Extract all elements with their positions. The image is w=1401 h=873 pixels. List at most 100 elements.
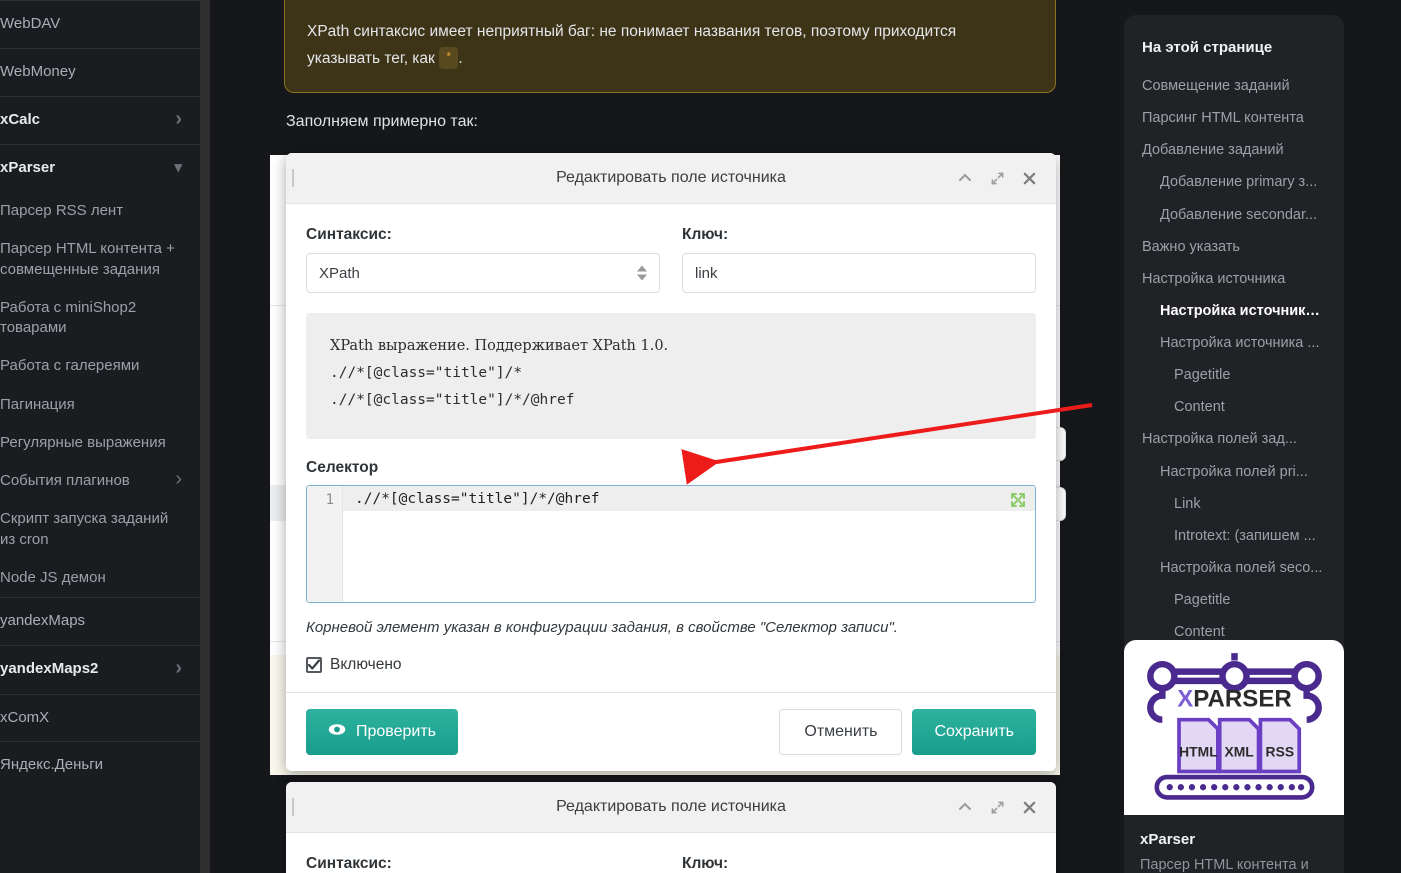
modal2-header[interactable]: Редактировать поле источника xyxy=(286,782,1056,833)
sidebar-item-11[interactable]: Скрипт запуска заданий из cron xyxy=(0,500,200,559)
toc-item-12[interactable]: Настройка полей pri... xyxy=(1142,456,1326,488)
sidebar-item-9[interactable]: Регулярные выражения xyxy=(0,424,200,462)
chevron-right-icon[interactable] xyxy=(175,660,182,680)
sidebar-item-14[interactable]: yandexMaps2 xyxy=(0,646,200,694)
xpath-hint-block: XPath выражение. Поддерживает XPath 1.0.… xyxy=(306,313,1036,440)
screen-root: WebDAV WebMoney xCalc xParser Парсер RSS лен… xyxy=(0,0,1401,873)
sidebar-item-8[interactable]: Пагинация xyxy=(0,386,200,424)
modal2-key-label: Ключ: xyxy=(682,855,729,872)
modal2-title: Редактировать поле источника xyxy=(556,798,786,815)
toc-item-1[interactable]: Парсинг HTML контента xyxy=(1142,102,1326,134)
syntax-select[interactable]: XPath xyxy=(306,253,660,293)
key-input[interactable]: link xyxy=(682,253,1036,293)
chevron-updown-icon xyxy=(637,265,647,281)
sidebar-item-7[interactable]: Работа с галереями xyxy=(0,347,200,385)
toc-item-10[interactable]: Content xyxy=(1142,391,1326,423)
callout-text-after: . xyxy=(458,49,463,67)
toc-item-6[interactable]: Настройка источника xyxy=(1142,263,1326,295)
sidebar-item-16[interactable]: Яндекс.Деньги xyxy=(0,742,200,789)
chevron-down-icon[interactable] xyxy=(174,159,182,178)
check-button-label: Проверить xyxy=(356,723,437,741)
hint-line-1: XPath выражение. Поддерживает XPath 1.0. xyxy=(330,338,669,354)
syntax-field: Синтаксис: XPath xyxy=(306,226,660,293)
modal-title: Редактировать поле источника xyxy=(556,169,786,186)
sidebar-item-label: Скрипт запуска заданий из cron xyxy=(0,510,169,548)
sidebar-item-label: yandexMaps xyxy=(0,612,86,629)
collapse-icon[interactable] xyxy=(956,169,974,187)
check-button[interactable]: Проверить xyxy=(306,709,459,756)
expand-icon[interactable] xyxy=(988,798,1006,816)
save-button[interactable]: Сохранить xyxy=(912,709,1036,756)
sidebar-item-0[interactable]: WebDAV xyxy=(0,1,200,48)
collapse-icon[interactable] xyxy=(956,798,974,816)
enabled-checkbox-row[interactable]: Включено xyxy=(306,656,1036,674)
sidebar-item-label: Парсер RSS лент xyxy=(0,202,124,219)
toc-item-16[interactable]: Pagetitle xyxy=(1142,584,1326,616)
toc-item-9[interactable]: Pagetitle xyxy=(1142,359,1326,391)
toc-item-4[interactable]: Добавление secondar... xyxy=(1142,199,1326,231)
modal2-body: Синтаксис: Ключ: xyxy=(286,833,1056,873)
syntax-label: Синтаксис: xyxy=(306,226,392,243)
promo-body: xParser Парсер HTML контента и xyxy=(1124,815,1344,873)
promo-title: xParser xyxy=(1140,831,1196,848)
toc-item-15[interactable]: Настройка полей seco... xyxy=(1142,552,1326,584)
chevron-right-icon[interactable] xyxy=(175,471,182,491)
sidebar-item-label: Яндекс.Деньги xyxy=(0,756,104,774)
selector-code-text: .//*[@class="title"]/*/@href xyxy=(355,491,600,508)
sidebar-item-5[interactable]: Парсер HTML контента + совмещенные задан… xyxy=(0,230,200,289)
close-icon[interactable] xyxy=(1020,798,1038,816)
sidebar-item-label: xParser xyxy=(0,159,56,177)
callout-body: XPath синтаксис имеет неприятный баг: не… xyxy=(307,19,1033,72)
selector-note: Корневой элемент указан в конфигурации з… xyxy=(306,619,898,637)
sidebar-item-15[interactable]: xComX xyxy=(0,695,200,742)
modal2-syntax-field: Синтаксис: xyxy=(306,855,660,873)
enabled-checkbox-label: Включено xyxy=(330,656,402,674)
sidebar-item-1[interactable]: WebMoney xyxy=(0,49,200,96)
sidebar-item-label: WebDAV xyxy=(0,15,61,32)
checkbox-checked-icon[interactable] xyxy=(306,657,322,674)
toc-item-8[interactable]: Настройка источника ... xyxy=(1142,327,1326,359)
modal-toolbar xyxy=(956,169,1038,187)
modal2-drag-grip[interactable] xyxy=(292,798,294,816)
modal-body: Синтаксис: XPath Ключ: link XPath выраже… xyxy=(286,204,1056,692)
close-icon[interactable] xyxy=(1020,169,1038,187)
sidebar-item-12[interactable]: Node JS демон xyxy=(0,559,200,597)
editor-fullscreen-icon[interactable] xyxy=(1009,491,1027,509)
main-content: но ) т а Внимание XPath синтаксис имеет … xyxy=(210,0,1120,873)
editor-line-number: 1 xyxy=(325,492,334,509)
right-sidebar: На этой странице Совмещение заданий Парси… xyxy=(1120,0,1401,873)
toc-item-2[interactable]: Добавление заданий xyxy=(1142,134,1326,166)
modal-header[interactable]: Редактировать поле источника xyxy=(286,153,1056,204)
sidebar-item-label: Парсер HTML контента + совмещенные задан… xyxy=(0,240,175,278)
expand-icon[interactable] xyxy=(988,169,1006,187)
chevron-right-icon[interactable] xyxy=(175,111,182,131)
sidebar-item-3[interactable]: xParser xyxy=(0,145,200,192)
toc-item-5[interactable]: Важно указать xyxy=(1142,231,1326,263)
xparser-logo: XPARSER HTML XML RSS xyxy=(1124,640,1344,815)
toc-item-0[interactable]: Совмещение заданий xyxy=(1142,70,1326,102)
sidebar-item-6[interactable]: Работа с miniShop2 товарами xyxy=(0,289,200,348)
sidebar-item-13[interactable]: yandexMaps xyxy=(0,598,200,645)
toc-item-13[interactable]: Link xyxy=(1142,488,1326,520)
cancel-button[interactable]: Отменить xyxy=(779,709,903,756)
sidebar-item-4[interactable]: Парсер RSS лент xyxy=(0,192,200,230)
modal2-key-field: Ключ: xyxy=(682,855,1036,873)
sidebar-item-label: Работа с miniShop2 товарами xyxy=(0,298,137,336)
page-scrollbar-track[interactable] xyxy=(200,0,410,873)
sidebar-item-10[interactable]: События плагинов xyxy=(0,462,200,500)
syntax-select-value: XPath xyxy=(319,264,360,282)
left-sidebar: WebDAV WebMoney xCalc xParser Парсер RSS лен… xyxy=(0,0,200,873)
modal-drag-grip[interactable] xyxy=(292,169,294,187)
toc-item-11[interactable]: Настройка полей зад... xyxy=(1142,423,1326,455)
footer-actions: Отменить Сохранить xyxy=(779,709,1036,756)
toc-item-14[interactable]: Introtext: (запишем ... xyxy=(1142,520,1326,552)
promo-desc: Парсер HTML контента и xyxy=(1140,857,1309,873)
promo-card[interactable]: XPARSER HTML XML RSS xParser Парсер HTML… xyxy=(1124,640,1344,873)
modal-footer: Проверить Отменить Сохранить xyxy=(286,692,1056,772)
toc-item-7[interactable]: Настройка источника ... xyxy=(1142,295,1326,327)
sidebar-item-label: Пагинация xyxy=(0,395,75,413)
toc-item-3[interactable]: Добавление primary з... xyxy=(1142,166,1326,198)
sidebar-item-2[interactable]: xCalc xyxy=(0,97,200,145)
selector-code-editor[interactable]: 1 .//*[@class="title"]/*/@href xyxy=(306,485,1036,604)
selector-label: Селектор xyxy=(306,459,379,477)
